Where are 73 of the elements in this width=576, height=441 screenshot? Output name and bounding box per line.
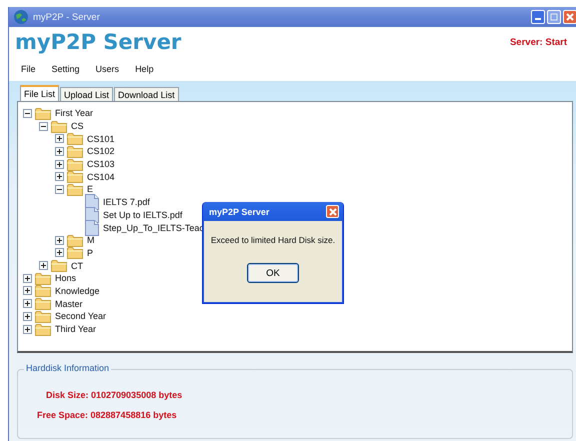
tree-item[interactable]: CS102 [85, 146, 115, 156]
tree-item[interactable]: Hons [53, 273, 76, 284]
tree-item[interactable]: Third Year [53, 324, 96, 334]
folder-icon [67, 132, 83, 146]
tree-item[interactable]: Knowledge [53, 286, 100, 296]
close-icon [328, 208, 336, 216]
tree-item[interactable]: P [85, 248, 94, 258]
menu-item[interactable]: Setting [52, 64, 80, 74]
folder-icon [67, 182, 83, 196]
folder-icon [51, 259, 67, 272]
ok-button[interactable]: OK [247, 263, 299, 283]
tree-item[interactable]: Step_Up_To_IELTS-Teac [101, 222, 204, 233]
disk-size-text: Disk Size: 0102709035008 bytes [45, 390, 184, 400]
folder-icon [35, 272, 51, 285]
server-status: Server: Start [510, 36, 567, 48]
tab[interactable]: Download List [114, 87, 179, 101]
folder-icon [67, 234, 83, 247]
tree-item[interactable]: IELTS 7.pdf [101, 197, 150, 208]
folder-icon [67, 246, 83, 260]
menu-item[interactable]: Help [135, 64, 154, 74]
tree-item[interactable]: CS103 [85, 159, 115, 170]
dialog-title: myP2P Server [209, 206, 270, 216]
tree-item[interactable]: E [85, 184, 94, 194]
tab[interactable]: Upload List [60, 87, 114, 101]
tree-item[interactable]: First Year [53, 108, 94, 118]
tree-item[interactable]: M [85, 235, 94, 246]
expander-icon[interactable] [39, 261, 48, 270]
expander-icon[interactable] [23, 274, 32, 283]
app-logo-title: myP2P Server [15, 30, 182, 54]
folder-icon [51, 120, 67, 133]
folder-icon [35, 284, 51, 298]
folder-icon [35, 106, 51, 120]
folder-icon [67, 170, 83, 184]
close-button[interactable] [563, 10, 576, 24]
expander-icon[interactable] [23, 324, 32, 334]
expander-icon[interactable] [55, 172, 64, 182]
tree-item[interactable]: Second Year [53, 311, 106, 322]
expander-icon[interactable] [55, 160, 64, 169]
maximize-icon [550, 13, 558, 21]
folder-icon [67, 158, 83, 171]
tree-item[interactable]: CS101 [85, 134, 115, 144]
dialog-message: Exceed to limited Hard Disk size. [210, 234, 336, 245]
tree-item[interactable]: Set Up to IELTS.pdf [101, 210, 182, 220]
menu-item[interactable]: File [21, 64, 36, 74]
folder-icon [35, 310, 51, 323]
group-title: Harddisk Information [24, 363, 112, 373]
expander-icon[interactable] [23, 312, 32, 321]
expander-icon[interactable] [23, 299, 32, 308]
expander-icon[interactable] [55, 184, 64, 194]
expander-icon[interactable] [23, 286, 32, 296]
minimize-button[interactable] [531, 10, 545, 24]
expander-icon[interactable] [23, 108, 32, 118]
tree-item[interactable]: CS [69, 121, 84, 132]
expander-icon[interactable] [55, 134, 64, 144]
document-icon [85, 220, 99, 236]
expander-icon[interactable] [55, 248, 64, 258]
globe-icon [13, 9, 29, 25]
free-space-text: Free Space: 082887458816 bytes [36, 410, 178, 420]
folder-icon [67, 144, 83, 158]
folder-icon [35, 322, 51, 336]
expander-icon[interactable] [55, 146, 64, 156]
document-icon [85, 194, 99, 210]
tree-item[interactable]: CT [69, 260, 83, 271]
expander-icon[interactable] [55, 236, 64, 245]
folder-icon [35, 297, 51, 310]
close-icon [566, 13, 574, 21]
tree-item[interactable]: CS104 [85, 172, 115, 182]
close-button[interactable] [326, 205, 339, 218]
menu-item[interactable]: Users [96, 64, 120, 74]
window-title: myP2P - Server [33, 12, 100, 22]
expander-icon[interactable] [39, 122, 48, 131]
tab[interactable]: File List [20, 85, 60, 101]
tree-item[interactable]: Master [53, 298, 83, 309]
